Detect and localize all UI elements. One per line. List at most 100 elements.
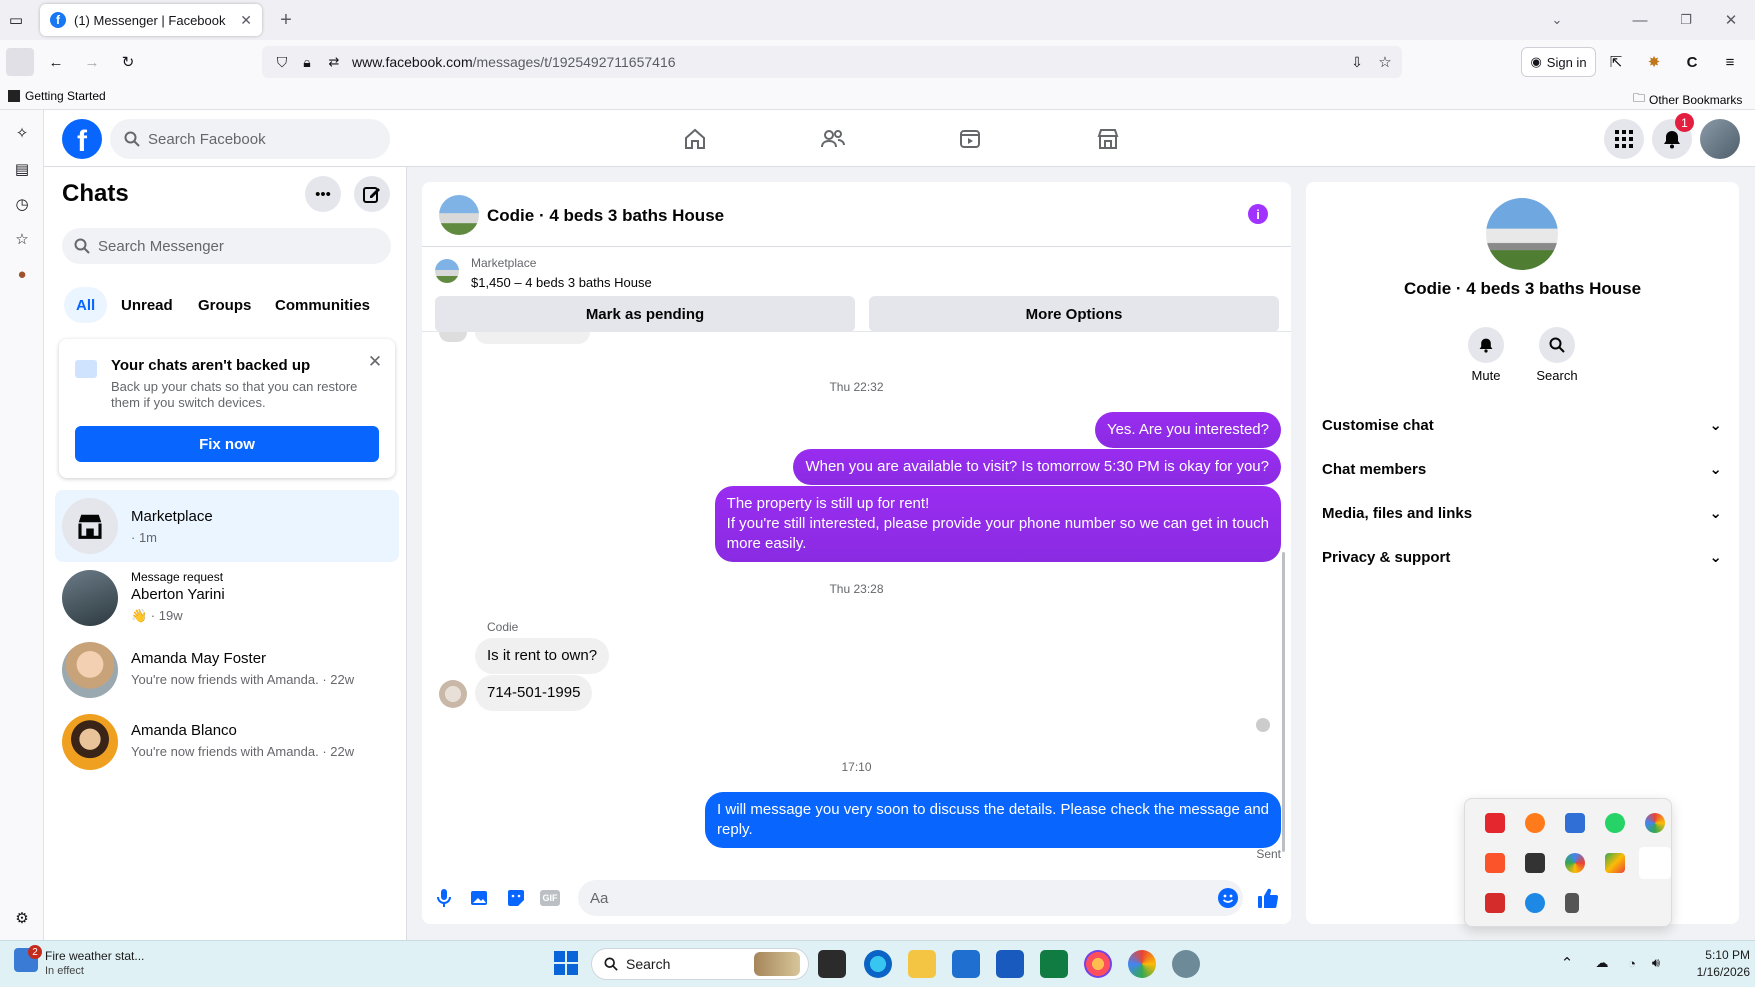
incoming-message[interactable]: Is it rent to own?: [475, 638, 610, 674]
mute-bell-icon[interactable]: [1468, 327, 1504, 363]
facebook-logo-icon[interactable]: f: [62, 119, 102, 159]
app-icon[interactable]: [1172, 950, 1200, 978]
chat-avatar-large[interactable]: [1486, 198, 1558, 270]
tray-chrome-icon[interactable]: [1645, 813, 1665, 833]
menu-icon[interactable]: ≡: [1718, 50, 1742, 74]
clock-time[interactable]: 5:10 PM: [1680, 948, 1750, 962]
chat-list-item[interactable]: Marketplace · 1m: [55, 490, 399, 562]
thumbs-up-icon[interactable]: [1256, 886, 1280, 910]
profile-avatar[interactable]: [1700, 119, 1740, 159]
tray-cloud-icon[interactable]: [1525, 893, 1545, 913]
chat-list-item[interactable]: Amanda May Foster You're now friends wit…: [55, 634, 399, 706]
gif-icon[interactable]: GIF: [540, 890, 560, 906]
new-message-icon[interactable]: [354, 176, 390, 212]
excel-icon[interactable]: [1040, 950, 1068, 978]
chrome-icon[interactable]: [1128, 950, 1156, 978]
tab-list-icon[interactable]: ▭: [4, 8, 28, 32]
tray-pen-icon[interactable]: [1639, 847, 1671, 879]
filter-groups[interactable]: Groups: [186, 287, 263, 323]
clock-date[interactable]: 1/16/2026: [1680, 965, 1750, 979]
facebook-search-input[interactable]: Search Facebook: [110, 119, 390, 159]
download-page-icon[interactable]: ⇩: [1345, 50, 1369, 74]
filter-unread[interactable]: Unread: [109, 287, 185, 323]
mark-as-pending-button[interactable]: Mark as pending: [435, 296, 855, 332]
tray-flame-icon[interactable]: [1525, 813, 1545, 833]
tray-usb-icon[interactable]: [1525, 853, 1545, 873]
new-tab-icon[interactable]: +: [274, 8, 298, 32]
scrollbar[interactable]: [1282, 552, 1285, 852]
chat-list-item[interactable]: Amanda Blanco You're now friends with Am…: [55, 706, 399, 778]
more-options-icon[interactable]: •••: [305, 176, 341, 212]
conversation-title[interactable]: Codie · 4 beds 3 baths House: [487, 206, 724, 226]
friends-icon[interactable]: [808, 119, 858, 159]
edge-icon[interactable]: [864, 950, 892, 978]
shield-icon[interactable]: ⛉: [270, 50, 294, 74]
wifi-icon[interactable]: ◔: [1620, 951, 1644, 975]
tray-whatsapp-icon[interactable]: [1605, 813, 1625, 833]
chevron-down-icon[interactable]: ⌄: [1545, 8, 1569, 32]
search-in-chat-icon[interactable]: [1539, 327, 1575, 363]
fix-now-button[interactable]: Fix now: [75, 426, 379, 462]
weather-title[interactable]: Fire weather stat...: [45, 949, 144, 963]
bookmark-star-icon[interactable]: ☆: [1373, 50, 1397, 74]
microphone-icon[interactable]: [432, 886, 456, 910]
outgoing-message[interactable]: The property is still up for rent! If yo…: [714, 486, 1281, 562]
section-media-files-links[interactable]: Media, files and links ⌄: [1322, 491, 1722, 535]
close-tab-icon[interactable]: ✕: [240, 12, 252, 29]
file-explorer-icon[interactable]: [908, 950, 936, 978]
permissions-icon[interactable]: ⇄: [322, 50, 346, 74]
synced-tabs-icon[interactable]: ▤: [10, 157, 34, 181]
reload-icon[interactable]: ↻: [116, 50, 140, 74]
tray-info-icon[interactable]: [1565, 813, 1585, 833]
back-icon[interactable]: ←: [44, 50, 68, 74]
bookmark-getting-started[interactable]: Getting Started: [8, 89, 106, 103]
emoji-icon[interactable]: [1218, 888, 1238, 908]
task-view-icon[interactable]: [818, 950, 846, 978]
conversation-avatar[interactable]: [439, 195, 479, 235]
history-icon[interactable]: ◷: [10, 192, 34, 216]
c-extension-icon[interactable]: C: [1680, 50, 1704, 74]
outgoing-message[interactable]: When you are available to visit? Is tomo…: [793, 449, 1281, 485]
messenger-search-input[interactable]: Search Messenger: [62, 228, 391, 264]
volume-icon[interactable]: 🔊︎: [1644, 951, 1668, 975]
taskbar-search-input[interactable]: Search: [591, 948, 809, 980]
chat-list-item[interactable]: Message request Aberton Yarini 👋 · 19w: [55, 562, 399, 634]
outgoing-message[interactable]: Yes. Are you interested?: [1094, 412, 1281, 448]
outgoing-message[interactable]: I will message you very soon to discuss …: [705, 792, 1281, 848]
windows-start-icon[interactable]: [554, 951, 578, 975]
section-chat-members[interactable]: Chat members ⌄: [1322, 447, 1722, 491]
more-options-button[interactable]: More Options: [869, 296, 1279, 332]
forward-icon[interactable]: →: [80, 50, 104, 74]
extensions-icon[interactable]: ⇱: [1604, 50, 1628, 74]
sign-in-button[interactable]: ◉ Sign in: [1521, 47, 1596, 77]
tray-pdf-icon[interactable]: [1485, 893, 1505, 913]
url-bar[interactable]: www.facebook.com/messages/t/192549271165…: [262, 46, 1402, 78]
cookie-extension-icon[interactable]: ✸: [1642, 50, 1666, 74]
store-icon[interactable]: [952, 950, 980, 978]
firefox-icon[interactable]: [1084, 950, 1112, 978]
onedrive-icon[interactable]: ☁: [1590, 951, 1614, 975]
home-icon[interactable]: [670, 119, 720, 159]
photo-icon[interactable]: [468, 886, 492, 910]
menu-grid-icon[interactable]: [1604, 119, 1644, 159]
browser-tab[interactable]: f (1) Messenger | Facebook ✕: [40, 4, 262, 36]
incoming-message[interactable]: 714-501-1995: [475, 675, 593, 711]
ai-chat-icon[interactable]: ✧: [10, 121, 34, 145]
minimize-icon[interactable]: —: [1628, 8, 1652, 32]
filter-communities[interactable]: Communities: [263, 287, 382, 323]
word-icon[interactable]: [996, 950, 1024, 978]
close-window-icon[interactable]: ✕: [1719, 8, 1743, 32]
section-privacy-support[interactable]: Privacy & support ⌄: [1322, 535, 1722, 579]
tray-app-icon[interactable]: [1485, 813, 1505, 833]
message-input[interactable]: Aa: [578, 880, 1243, 916]
tray-drive-icon[interactable]: [1605, 853, 1625, 873]
sticker-icon[interactable]: [504, 886, 528, 910]
tray-brave-icon[interactable]: [1485, 853, 1505, 873]
listing-title[interactable]: $1,450 – 4 beds 3 baths House: [471, 275, 652, 290]
lock-icon[interactable]: 🔒︎: [295, 50, 319, 74]
settings-gear-icon[interactable]: ⚙: [10, 906, 34, 930]
info-icon[interactable]: i: [1248, 204, 1268, 224]
tray-copilot-icon[interactable]: [1565, 853, 1585, 873]
video-icon[interactable]: [945, 119, 995, 159]
bookmark-other[interactable]: 🗀︎ Other Bookmarks: [1633, 89, 1742, 110]
